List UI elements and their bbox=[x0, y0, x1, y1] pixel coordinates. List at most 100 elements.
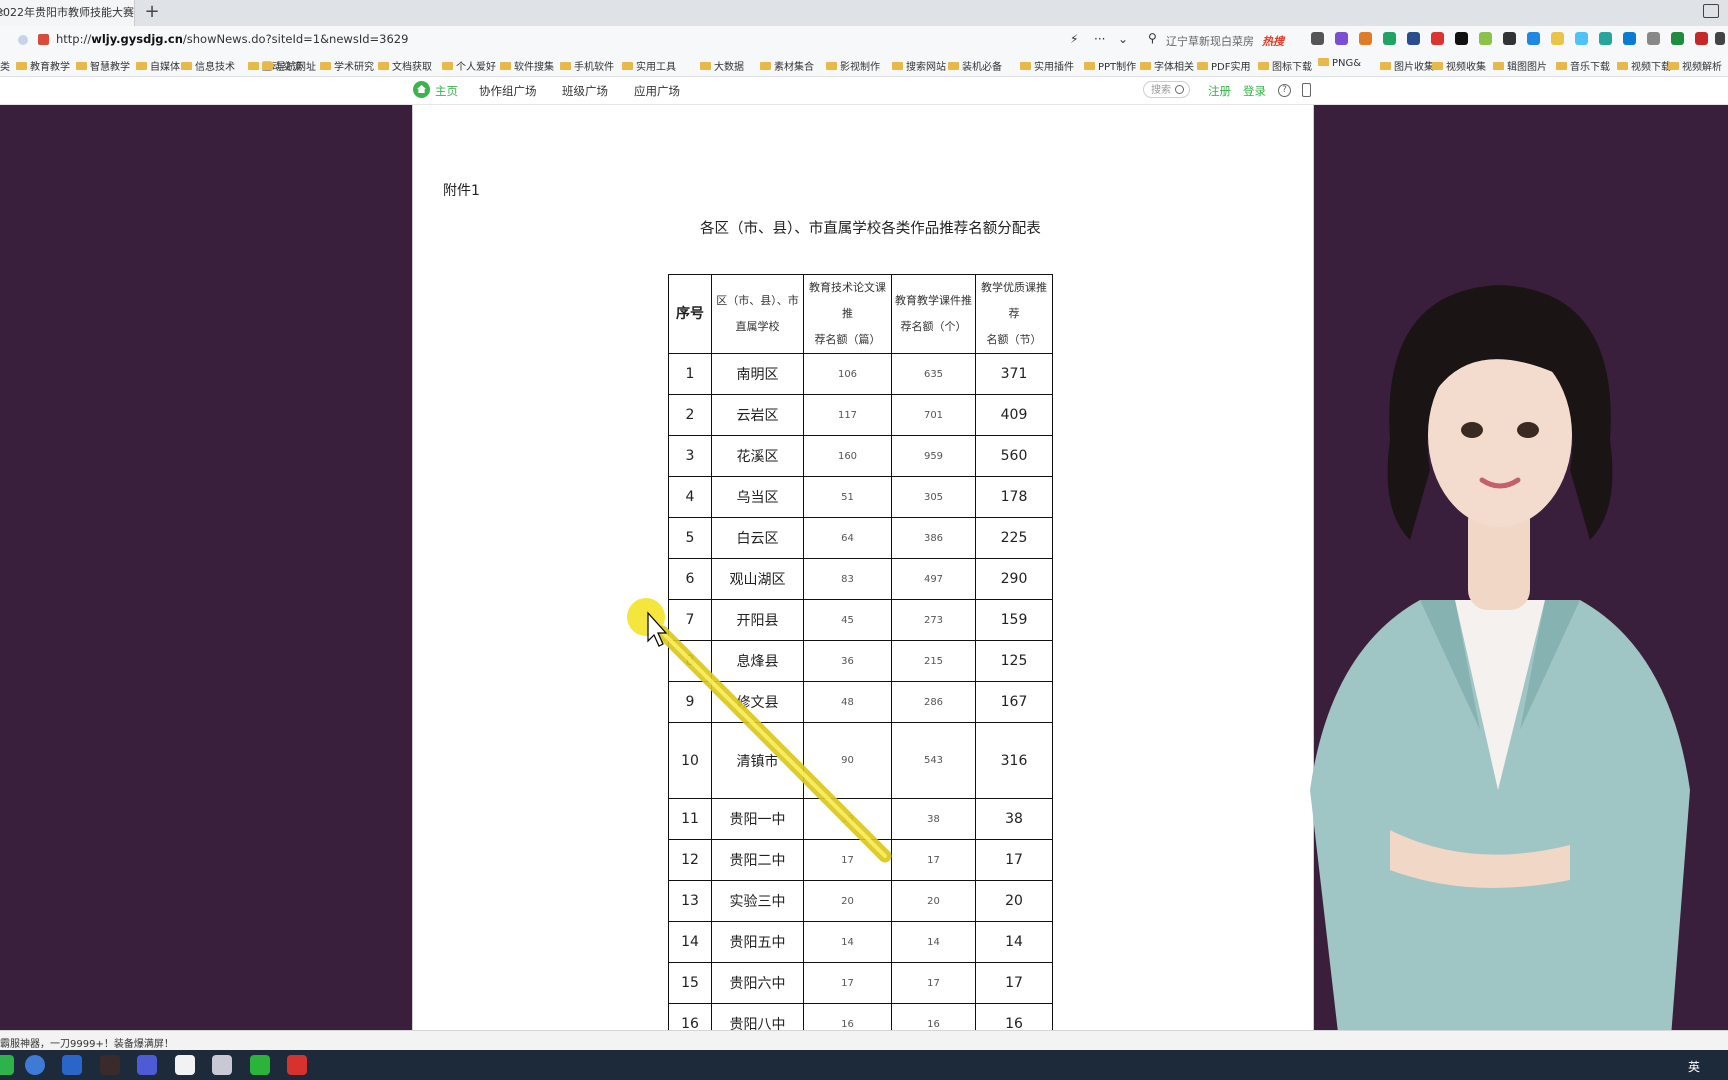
bookmark-folder[interactable]: 影视制作 bbox=[826, 58, 880, 73]
bookmark-folder[interactable]: 装机必备 bbox=[948, 58, 1002, 73]
browser-tab[interactable]: 2022年贵阳市教师技能大赛一 × bbox=[0, 0, 135, 26]
nav-item-collab[interactable]: 协作组广场 bbox=[479, 83, 537, 99]
bookmark-folder[interactable]: 实用插件 bbox=[1020, 58, 1074, 73]
bookmark-folder[interactable]: 视频解析 bbox=[1668, 58, 1722, 73]
more-icon[interactable]: ··· bbox=[1094, 32, 1105, 46]
table-row: 15 贵阳六中 17 17 17 bbox=[668, 962, 1053, 1004]
bookmark-folder[interactable]: 音乐下载 bbox=[1556, 58, 1610, 73]
extension-icon[interactable] bbox=[1359, 32, 1372, 45]
bookmark-folder[interactable]: 智慧教学 bbox=[76, 58, 130, 73]
bookmark-label: 搜索网站 bbox=[906, 62, 946, 73]
login-link[interactable]: 登录 bbox=[1243, 83, 1266, 99]
site-security-icon[interactable] bbox=[38, 34, 49, 45]
bookmark-folder[interactable]: 视频下载 bbox=[1617, 58, 1671, 73]
taskbar-app-icon[interactable] bbox=[25, 1055, 45, 1075]
extension-icon[interactable] bbox=[1575, 32, 1588, 45]
folder-icon bbox=[1668, 62, 1679, 70]
bookmark-folder[interactable]: 类 bbox=[0, 58, 10, 73]
bookmark-folder[interactable]: 信息技术 bbox=[181, 58, 235, 73]
site-search-input[interactable]: 搜索 bbox=[1143, 81, 1190, 98]
extension-icon[interactable] bbox=[1479, 32, 1492, 45]
dropdown-chevron-icon[interactable]: ⌄ bbox=[1118, 32, 1128, 46]
folder-icon bbox=[181, 62, 192, 70]
bookmark-folder[interactable]: 导航网址 bbox=[262, 58, 316, 73]
tab-close-icon[interactable]: × bbox=[0, 0, 5, 26]
bookmark-folder[interactable]: PDF实用 bbox=[1197, 58, 1250, 73]
cell-paper: 17 bbox=[803, 962, 892, 1004]
folder-icon bbox=[248, 62, 259, 70]
extension-icon[interactable] bbox=[1383, 32, 1396, 45]
url-field[interactable]: http://wljy.gysdjg.cn/showNews.do?siteId… bbox=[56, 32, 408, 46]
help-icon[interactable]: ? bbox=[1278, 84, 1291, 97]
bookmark-folder[interactable]: 手机软件 bbox=[560, 58, 614, 73]
menu-icon[interactable] bbox=[1715, 32, 1725, 45]
extension-icon[interactable] bbox=[1647, 32, 1660, 45]
bookmark-label: 视频下载 bbox=[1631, 62, 1671, 73]
taskbar-app-icon[interactable] bbox=[100, 1055, 120, 1075]
mobile-icon[interactable] bbox=[1302, 83, 1311, 97]
bookmark-folder[interactable]: 实用工具 bbox=[622, 58, 676, 73]
taskbar-app-icon[interactable] bbox=[175, 1055, 195, 1075]
bookmark-label: 图标下载 bbox=[1272, 62, 1312, 73]
bookmark-folder[interactable]: 自媒体 bbox=[136, 58, 180, 73]
home-icon[interactable] bbox=[413, 81, 430, 98]
bookmark-folder[interactable]: 搜索网站 bbox=[892, 58, 946, 73]
bookmark-folder[interactable]: 教育教学 bbox=[16, 58, 70, 73]
taskbar-app-icon[interactable] bbox=[62, 1055, 82, 1075]
bookmark-folder[interactable]: 大数据 bbox=[700, 58, 744, 73]
new-tab-button[interactable]: + bbox=[141, 1, 163, 23]
cell-name: 乌当区 bbox=[711, 476, 804, 518]
search-icon[interactable] bbox=[1175, 85, 1184, 94]
extension-icon[interactable] bbox=[1335, 32, 1348, 45]
nav-item-apps[interactable]: 应用广场 bbox=[634, 83, 680, 99]
bookmark-folder[interactable]: PNG& bbox=[1318, 58, 1361, 69]
scissors-extension-icon[interactable] bbox=[1311, 32, 1324, 45]
extension-icon[interactable] bbox=[1407, 32, 1420, 45]
taskbar-app-icon[interactable] bbox=[212, 1055, 232, 1075]
bookmark-folder[interactable]: 字体相关 bbox=[1140, 58, 1194, 73]
register-link[interactable]: 注册 bbox=[1208, 83, 1231, 99]
bookmark-folder[interactable]: PPT制作 bbox=[1084, 58, 1136, 73]
back-icon[interactable] bbox=[18, 35, 28, 45]
cell-paper: 64 bbox=[803, 517, 892, 559]
cell-courseware: 14 bbox=[891, 921, 976, 963]
nav-item-class[interactable]: 班级广场 bbox=[562, 83, 608, 99]
window-restore-icon[interactable] bbox=[1703, 4, 1719, 18]
cell-lesson: 17 bbox=[975, 962, 1053, 1004]
extension-icon[interactable] bbox=[1623, 32, 1636, 45]
taskbar-app-icon[interactable] bbox=[137, 1055, 157, 1075]
bookmark-folder[interactable]: 图片收集 bbox=[1380, 58, 1434, 73]
nav-item-home[interactable]: 主页 bbox=[435, 83, 458, 99]
bookmark-folder[interactable]: 文档获取 bbox=[378, 58, 432, 73]
extension-icon[interactable] bbox=[1695, 32, 1708, 45]
extension-icon[interactable] bbox=[1503, 32, 1516, 45]
hot-search-badge[interactable]: 热搜 bbox=[1262, 33, 1284, 49]
bookmark-folder[interactable]: 软件搜集 bbox=[500, 58, 554, 73]
bookmark-folder[interactable]: 辑图图片 bbox=[1493, 58, 1547, 73]
extension-icon[interactable] bbox=[1431, 32, 1444, 45]
extension-icon[interactable] bbox=[1527, 32, 1540, 45]
taskbar-app-icon[interactable] bbox=[250, 1055, 270, 1075]
folder-icon bbox=[320, 62, 331, 70]
taskbar-app-icon[interactable] bbox=[0, 1055, 14, 1075]
cell-paper: 38 bbox=[803, 798, 892, 840]
lightning-icon[interactable]: ⚡ bbox=[1070, 32, 1078, 46]
bookmark-folder[interactable]: 个人爱好 bbox=[442, 58, 496, 73]
bookmark-folder[interactable]: 学术研究 bbox=[320, 58, 374, 73]
status-text[interactable]: 霸服神器，一刀9999+！装备爆满屏！ bbox=[0, 1035, 174, 1050]
extension-icon[interactable] bbox=[1455, 32, 1468, 45]
search-icon[interactable]: ⚲ bbox=[1148, 31, 1157, 45]
extension-icon[interactable] bbox=[1671, 32, 1684, 45]
taskbar-app-icon[interactable] bbox=[287, 1055, 307, 1075]
bookmark-label: 软件搜集 bbox=[514, 62, 554, 73]
cell-paper: 51 bbox=[803, 476, 892, 518]
cell-courseware: 497 bbox=[891, 558, 976, 600]
bookmark-folder[interactable]: 图标下载 bbox=[1258, 58, 1312, 73]
hot-search-text[interactable]: 辽宁草新现白菜房 bbox=[1166, 33, 1254, 49]
bookmark-folder[interactable]: 视频收集 bbox=[1432, 58, 1486, 73]
extension-icon[interactable] bbox=[1551, 32, 1564, 45]
extension-icon[interactable] bbox=[1599, 32, 1612, 45]
ime-indicator[interactable]: 英 bbox=[1688, 1058, 1700, 1075]
cell-lesson: 225 bbox=[975, 517, 1053, 559]
bookmark-folder[interactable]: 素材集合 bbox=[760, 58, 814, 73]
